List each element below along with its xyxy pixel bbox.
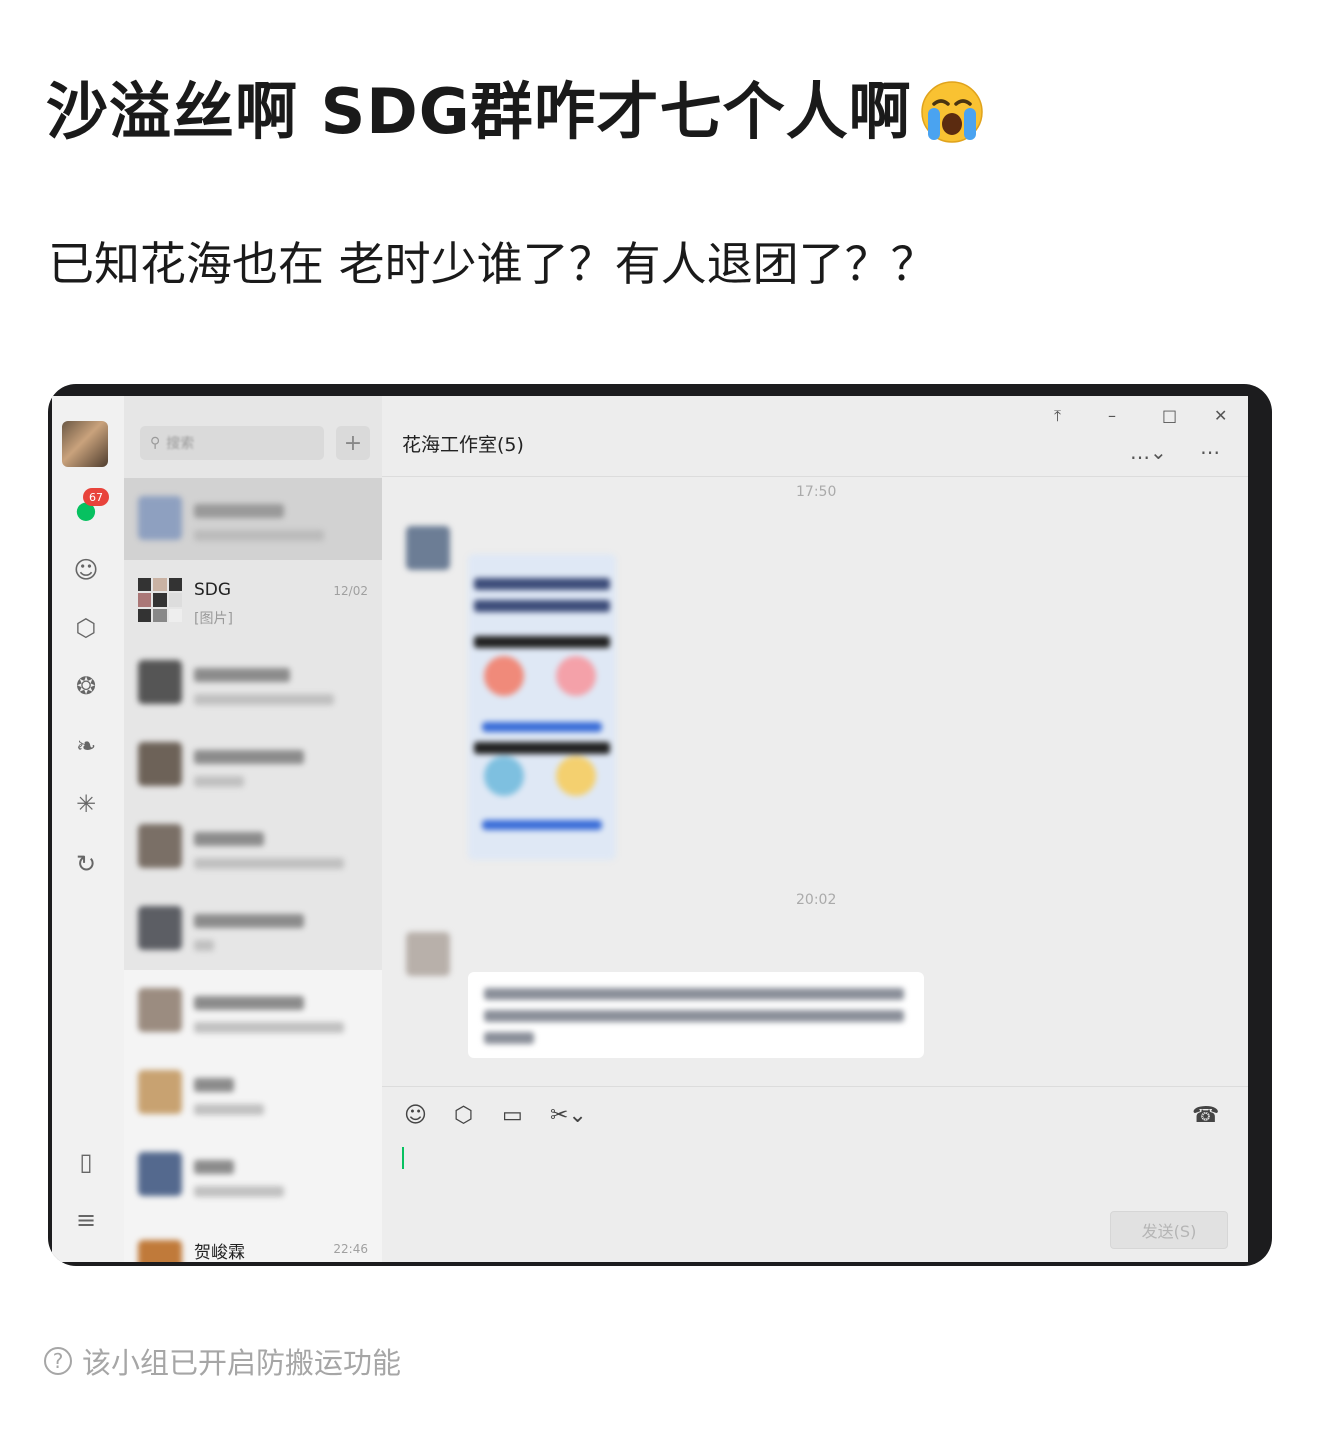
input-area: ☺ ⬡ ▭ ✂⌄ ☎ 发送(S) [382,1086,1248,1262]
menu-icon[interactable]: ≡ [72,1206,100,1234]
chat-preview-blurred [194,1186,284,1197]
chat-name-blurred [194,1160,234,1174]
chat-list-item[interactable] [124,1052,382,1134]
group-avatar [138,578,182,622]
chat-name-blurred [194,668,290,682]
pin-icon[interactable]: ⤒ [1054,406,1061,426]
phone-call-icon[interactable]: ☎ [1192,1103,1219,1128]
anti-repost-notice: ? 该小组已开启防搬运功能 [44,1340,401,1382]
chat-name-blurred [194,750,304,764]
wechat-window: ● 67 ☺ ⬡ ❂ ❧ ✳ ↻ ▯ ≡ ⚲ 搜索 + SDG [图片] 12/… [52,396,1248,1262]
cube-icon[interactable]: ⬡ [454,1103,473,1128]
folder-icon[interactable]: ▭ [502,1103,523,1128]
contacts-icon[interactable]: ☺ [72,556,100,584]
cube-icon[interactable]: ⬡ [72,614,100,642]
search-input[interactable]: ⚲ 搜索 [140,426,324,460]
nav-rail: ● 67 ☺ ⬡ ❂ ❧ ✳ ↻ ▯ ≡ [52,396,124,1262]
chat-preview-blurred [194,858,344,869]
text-caret[interactable] [402,1147,404,1169]
post-title-text: 沙溢丝啊 SDG群咋才七个人啊 [46,75,912,148]
chat-avatar [138,1152,182,1196]
chat-list-item[interactable] [124,806,382,888]
chat-name-blurred [194,996,304,1010]
chat-list: ⚲ 搜索 + SDG [图片] 12/02 贺峻霖 22:46 [124,396,382,1262]
chat-avatar [138,988,182,1032]
search-placeholder: 搜索 [166,436,195,452]
chat-preview-blurred [194,694,334,705]
chat-name-blurred [194,914,304,928]
chat-list-item-hejunlin[interactable]: 贺峻霖 22:46 [124,1216,382,1262]
scissors-icon[interactable]: ✂⌄ [550,1103,587,1128]
chat-avatar [138,660,182,704]
chat-pane: 花海工作室(5) ⤒ – □ ✕ …⌄ ⋯ 17:50 20:02 ☺ ⬡ ▭ … [382,396,1248,1262]
chat-avatar [138,496,182,540]
timestamp: 17:50 [796,484,837,500]
butterfly-icon[interactable]: ❧ [72,732,100,760]
chat-list-item-sdg[interactable]: SDG [图片] 12/02 [124,560,382,642]
chat-list-item[interactable] [124,478,382,560]
chat-name-blurred [194,832,264,846]
minimize-icon[interactable]: – [1108,406,1116,425]
notice-text: 该小组已开启防搬运功能 [82,1346,402,1380]
chat-list-item[interactable] [124,642,382,724]
sender-avatar [406,932,450,976]
search-icon: ⚲ [150,435,161,451]
emoji-icon[interactable]: ☺ [404,1103,427,1128]
send-button[interactable]: 发送(S) [1110,1211,1228,1249]
question-circle-icon: ? [44,1347,72,1375]
chat-name-blurred [194,504,284,518]
chat-preview: [图片] [194,611,233,627]
close-icon[interactable]: ✕ [1214,406,1227,425]
chat-header: 花海工作室(5) ⤒ – □ ✕ …⌄ ⋯ [382,396,1248,477]
phone-icon[interactable]: ▯ [72,1148,100,1176]
chat-preview-blurred [194,530,324,541]
chat-avatar [138,1070,182,1114]
chat-bubble-menu-icon[interactable]: …⌄ [1130,440,1167,464]
chat-list-item[interactable] [124,970,382,1052]
timestamp: 20:02 [796,892,837,908]
unread-badge: 67 [83,488,109,506]
add-button[interactable]: + [336,426,370,460]
chat-title: 花海工作室(5) [402,434,524,456]
chat-preview-blurred [194,940,214,951]
chat-name-blurred [194,1078,234,1092]
chat-time: 22:46 [333,1242,368,1256]
chat-preview-blurred [194,1022,344,1033]
text-message[interactable] [468,972,924,1058]
chat-list-item[interactable] [124,1134,382,1216]
chat-name: SDG [194,580,232,600]
chat-list-item[interactable] [124,724,382,806]
sparkle-icon[interactable]: ✳ [72,790,100,818]
chat-avatar [138,906,182,950]
more-icon[interactable]: ⋯ [1200,440,1220,464]
chat-avatar [138,824,182,868]
sender-avatar [406,526,450,570]
chat-time: 12/02 [333,584,368,598]
aperture-icon[interactable]: ❂ [72,672,100,700]
image-message[interactable] [468,554,616,860]
post-title: 沙溢丝啊 SDG群咋才七个人啊 [46,72,984,152]
link-icon[interactable]: ↻ [72,850,100,878]
maximize-icon[interactable]: □ [1162,406,1177,425]
post-body: 已知花海也在 老时少谁了？有人退团了？？ [48,237,937,291]
chat-preview-blurred [194,1104,264,1115]
chat-preview-blurred [194,776,244,787]
chat-avatar [138,742,182,786]
chat-name: 贺峻霖 [194,1243,245,1262]
wechat-screenshot: ● 67 ☺ ⬡ ❂ ❧ ✳ ↻ ▯ ≡ ⚲ 搜索 + SDG [图片] 12/… [48,384,1272,1266]
chat-avatar [138,1240,182,1262]
crying-face-icon [920,80,984,144]
chat-list-item[interactable] [124,888,382,970]
user-avatar[interactable] [62,421,108,467]
